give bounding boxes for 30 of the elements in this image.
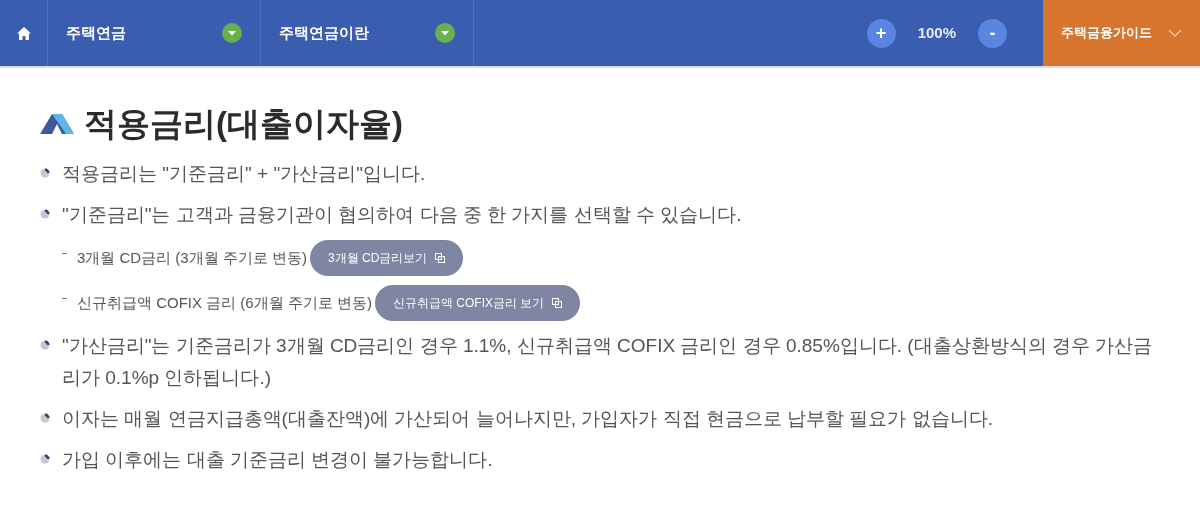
copy-icon: [435, 253, 446, 263]
nav-dropdown[interactable]: 주택연금이란: [261, 0, 474, 66]
copy-icon: [552, 298, 563, 308]
page-title: 적용금리(대출이자율): [84, 104, 403, 144]
zoom-out-button[interactable]: -: [978, 18, 1007, 48]
chevron-down-icon: [1168, 29, 1182, 37]
bullet-icon: [40, 168, 50, 178]
bullet-icon: [40, 413, 50, 423]
dropdown-icon: [222, 23, 242, 43]
view-rate-button[interactable]: 신규취급액 COFIX금리 보기: [375, 285, 581, 321]
dash-icon: [62, 297, 67, 299]
bullet-text: "가산금리"는 기준금리가 3개월 CD금리인 경우 1.1%, 신규취급액 COFIX 금리인 경우 0.85%입니다. (대출상환방식의 경우 가산금리가 0.1%p 인하됩니다.): [62, 334, 1154, 390]
home-icon: [16, 26, 31, 40]
bullet-icon: [40, 209, 50, 219]
bullet-text: 가입 이후에는 대출 기준금리 변경이 불가능합니다.: [62, 448, 493, 472]
sub-item-text: 3개월 CD금리 (3개월 주기로 변동): [77, 247, 307, 268]
guide-dropdown[interactable]: 주택금융가이드: [1043, 0, 1200, 66]
view-rate-button[interactable]: 3개월 CD금리보기: [310, 240, 464, 276]
nav-dropdown[interactable]: 주택연금: [48, 0, 261, 66]
zoom-level: 100%: [917, 22, 956, 43]
bullet-text: 이자는 매월 연금지급총액(대출잔액)에 가산되어 늘어나지만, 가입자가 직접 현금으로 납부할 필요가 없습니다.: [62, 407, 993, 431]
sub-item-text: 신규취급액 COFIX 금리 (6개월 주기로 변동): [77, 292, 372, 313]
heading-icon: [40, 114, 74, 134]
dropdown-icon: [435, 23, 455, 43]
bullet-icon: [40, 340, 50, 350]
dash-icon: [62, 252, 67, 254]
bullet-text: "기준금리"는 고객과 금융기관이 협의하여 다음 중 한 가지를 선택할 수 있습니다.: [62, 203, 742, 227]
zoom-in-button[interactable]: +: [866, 18, 896, 48]
bullet-text: 적용금리는 "기준금리" + "가산금리"입니다.: [62, 162, 426, 186]
bullet-icon: [40, 454, 50, 464]
